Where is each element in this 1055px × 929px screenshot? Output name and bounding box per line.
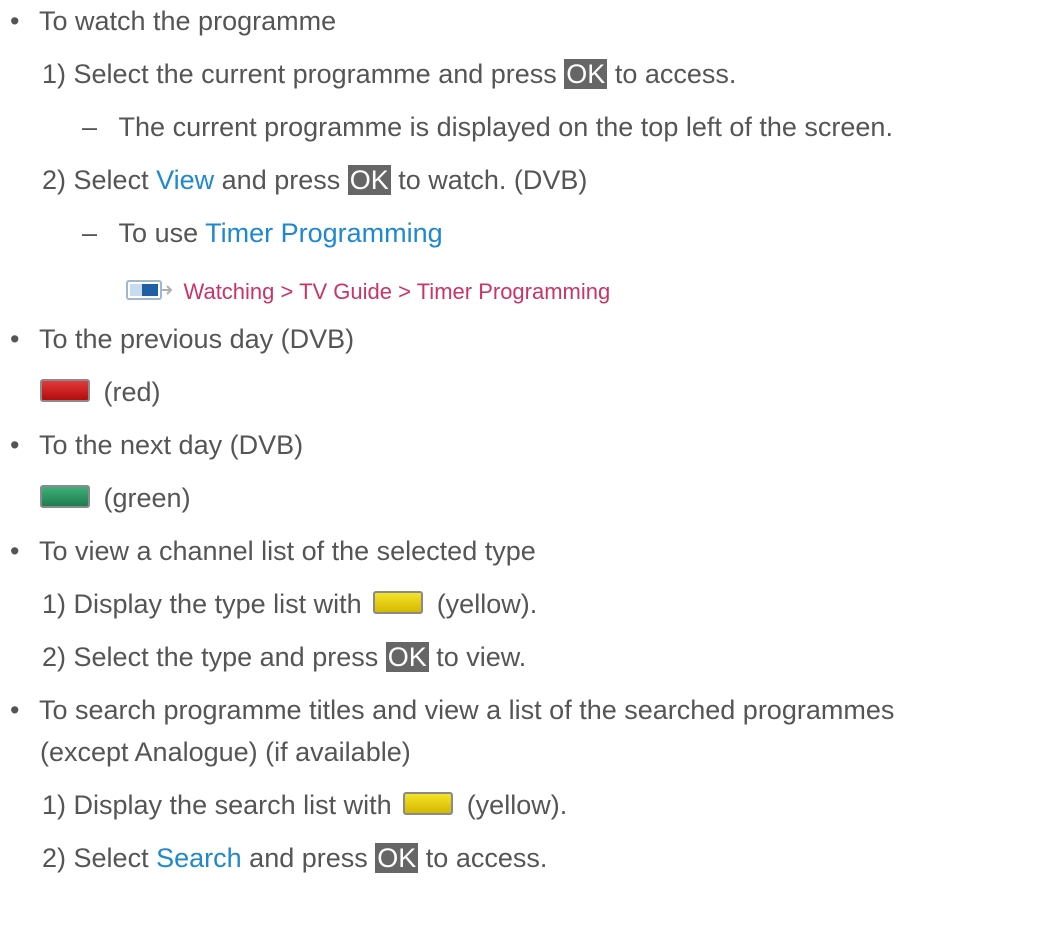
prev-day-key: (red) [40,375,161,409]
red-button-icon [40,379,90,402]
ok-key-label: OK [347,165,391,195]
note-text: The current programme is displayed on th… [118,112,893,142]
watch-step-2-note: – To use Timer Programming [82,216,443,250]
channel-list-title-line: • To view a channel list of the selected… [10,534,536,568]
step-text: Select [73,165,149,195]
yellow-button-icon [403,792,454,815]
watch-step-1: 1) Select the current programme and pres… [42,57,736,91]
search-step-1: 1) Display the search list with (yellow)… [42,788,567,822]
step-number: 2) [42,165,67,195]
bullet: • [10,6,20,36]
bullet: • [10,430,20,460]
step-number: 2) [42,642,67,672]
step-text: to access. [614,59,737,89]
step-number: 1) [42,59,67,89]
bullet: • [10,695,20,725]
tv-menu-icon [126,278,173,306]
nav-reference[interactable]: Watching > TV Guide > Timer Programming [126,276,610,306]
step-number: 1) [42,589,67,619]
search-title-line: • To search programme titles and view a … [10,693,894,727]
step-number: 2) [42,843,67,873]
key-label: (green) [103,483,191,513]
note-text: To use [118,218,199,248]
step-text: Select the type and press [73,642,379,672]
step-text: to view. [436,642,527,672]
next-day-key: (green) [40,481,191,515]
ok-key-label: OK [385,642,429,672]
section-title: To search programme titles and view a li… [38,695,895,725]
nav-path-link[interactable]: Watching > TV Guide > Timer Programming [184,279,611,304]
bullet: • [10,324,20,354]
watch-step-1-note: – The current programme is displayed on … [82,110,893,144]
key-label: (red) [103,377,161,407]
view-link[interactable]: View [156,165,214,195]
next-day-title-line: • To the next day (DVB) [10,428,303,462]
section-title: To watch the programme [38,6,337,36]
yellow-button-icon [373,591,424,614]
section-title: To the next day (DVB) [38,430,304,460]
section-title-cont: (except Analogue) (if available) [40,737,411,767]
step-text: to watch. (DVB) [398,165,588,195]
prev-day-title-line: • To the previous day (DVB) [10,322,354,356]
step-text: Select [73,843,149,873]
search-title-line-2: (except Analogue) (if available) [40,735,411,769]
step-number: 1) [42,790,67,820]
step-text: Display the search list with [73,790,392,820]
green-button-icon [40,485,90,508]
step-text: (yellow). [436,589,538,619]
step-text: (yellow). [466,790,568,820]
timer-programming-link[interactable]: Timer Programming [205,218,443,248]
section-title: To view a channel list of the selected t… [38,536,536,566]
step-text: Display the type list with [73,589,362,619]
section-title: To the previous day (DVB) [38,324,355,354]
bullet: • [10,536,20,566]
dash: – [82,112,98,142]
search-step-2: 2) Select Search and press OK to access. [42,841,547,875]
watch-section-title-line: • To watch the programme [10,4,336,38]
search-link[interactable]: Search [156,843,242,873]
channel-list-step-1: 1) Display the type list with (yellow). [42,587,537,621]
ok-key-label: OK [375,843,419,873]
dash: – [82,218,98,248]
channel-list-step-2: 2) Select the type and press OK to view. [42,640,526,674]
watch-step-2: 2) Select View and press OK to watch. (D… [42,163,587,197]
step-text: and press [221,165,341,195]
step-text: and press [249,843,368,873]
ok-key-label: OK [564,59,608,89]
step-text: to access. [425,843,548,873]
step-text: Select the current programme and press [73,59,557,89]
